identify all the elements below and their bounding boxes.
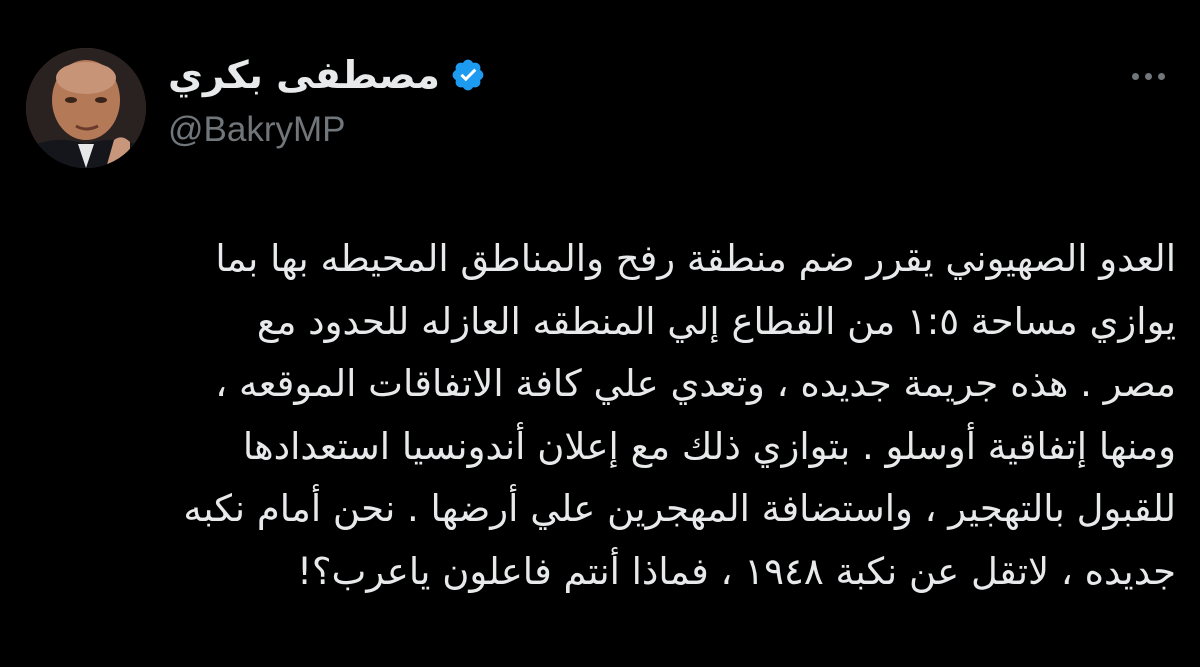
tweet-card: مصطفى بكري @BakryMP العدو الصهيوني يقرر …	[0, 0, 1200, 667]
author-name-row: مصطفى بكري	[168, 50, 868, 100]
tweet-text-line: للقبول بالتهجير ، واستضافة المهجرين علي …	[183, 487, 1176, 530]
more-horizontal-icon-dot	[1157, 72, 1165, 80]
more-horizontal-icon-dot	[1144, 72, 1152, 80]
more-options-button[interactable]	[1118, 56, 1178, 96]
more-horizontal-icon	[1131, 72, 1139, 80]
tweet-text-line: ومنها إتفاقية أوسلو . بتوازي ذلك مع إعلا…	[242, 424, 1176, 468]
verified-badge-icon	[450, 57, 486, 93]
author-display-name[interactable]: مصطفى بكري	[168, 50, 440, 100]
avatar-photo	[26, 48, 146, 168]
tweet-text-line: مصر . هذه جريمة جديده ، وتعدي علي كافة ا…	[215, 362, 1176, 405]
author-info: مصطفى بكري @BakryMP	[168, 50, 868, 170]
tweet-text-line: العدو الصهيوني يقرر ضم منطقة رفح والمناط…	[215, 237, 1176, 280]
tweet-text-line: جديده ، لاتقل عن نكبة ١٩٤٨ ، فماذا أنتم …	[297, 549, 1176, 593]
tweet-text-line: يوازي مساحة ١:٥ من القطاع إلي المنطقه ال…	[256, 299, 1176, 343]
author-avatar[interactable]	[26, 48, 146, 168]
tweet-text: العدو الصهيوني يقرر ضم منطقة رفح والمناط…	[30, 228, 1176, 603]
author-handle[interactable]: @BakryMP	[168, 108, 868, 152]
